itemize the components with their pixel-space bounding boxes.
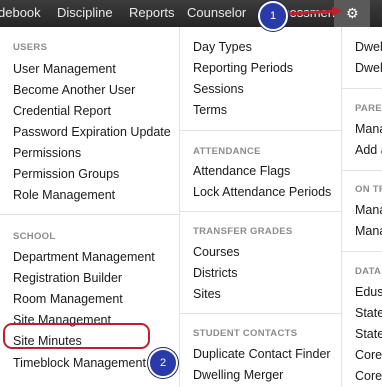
- step-2-badge: 2: [148, 348, 178, 378]
- timeblock-highlight-box: [3, 323, 150, 349]
- step-1-badge: 1: [258, 1, 288, 31]
